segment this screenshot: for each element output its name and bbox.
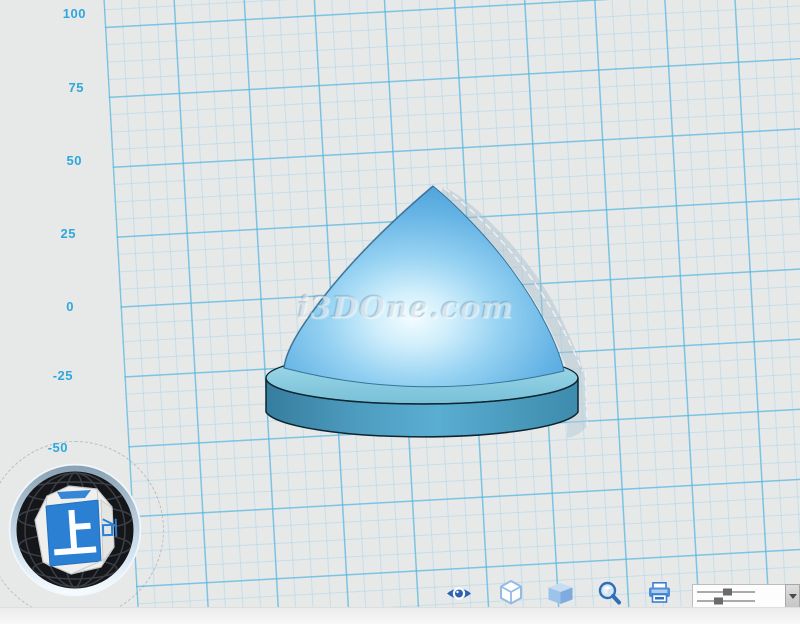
line-style-preview-icon: [693, 585, 784, 607]
wireframe-cube-icon: [499, 580, 523, 605]
visibility-eye-button[interactable]: [446, 582, 472, 610]
dome-solid[interactable]: [284, 186, 564, 387]
view-cube[interactable]: [7, 462, 143, 598]
status-strip: [0, 607, 800, 624]
wireframe-view-button[interactable]: [499, 580, 523, 610]
print-button[interactable]: [648, 582, 672, 608]
shaded-view-button[interactable]: [548, 583, 573, 609]
zoom-magnifier-icon: [597, 581, 622, 606]
printer-icon: [648, 582, 672, 603]
line-style-dropdown[interactable]: [692, 584, 785, 608]
eye-icon: [446, 582, 472, 605]
viewport-canvas[interactable]: 100 75 50 25 0 -25 -50: [0, 0, 800, 624]
dropdown-arrow-button[interactable]: [785, 584, 800, 608]
solid-cube-icon: [548, 583, 573, 604]
chevron-down-icon: [789, 594, 797, 599]
viewcube-cube[interactable]: [35, 486, 116, 574]
